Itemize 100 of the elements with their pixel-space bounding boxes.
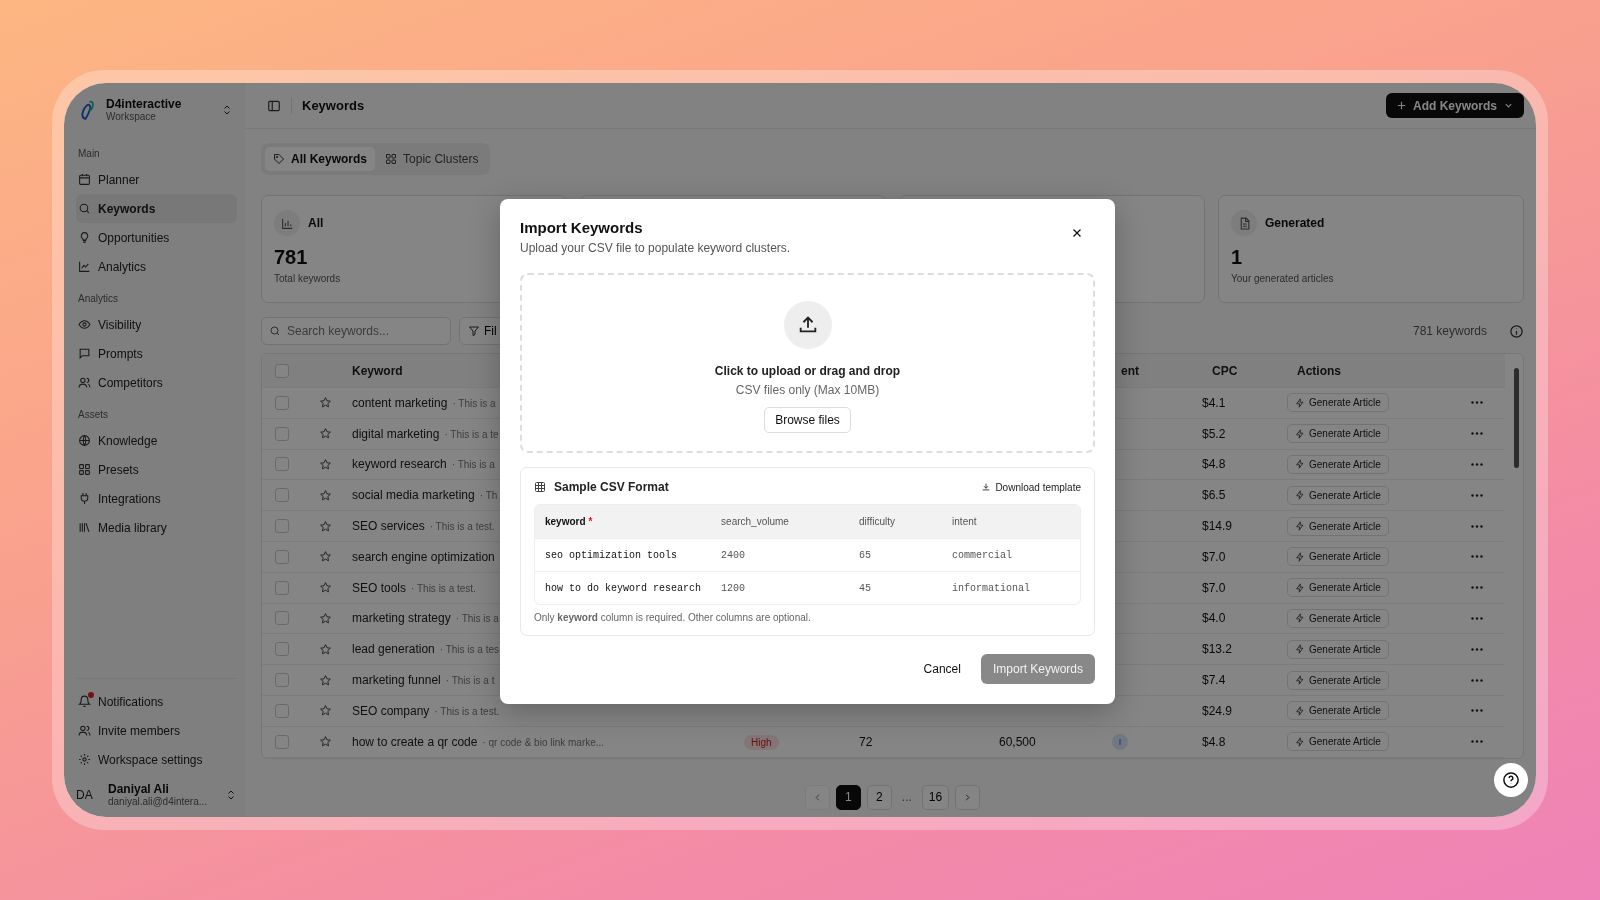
user-email: daniyal.ali@d4intera... [108,796,208,807]
checkbox[interactable] [275,580,289,595]
more-icon[interactable] [1471,647,1483,651]
checkbox[interactable] [275,611,289,626]
nav-item[interactable]: Integrations [76,484,237,513]
star-icon[interactable] [318,488,332,502]
more-icon[interactable] [1471,555,1483,559]
bar-chart-icon [274,210,300,236]
more-icon[interactable] [1471,401,1483,405]
star-icon[interactable] [318,673,332,687]
nav-item[interactable]: Media library [76,513,237,542]
more-icon[interactable] [1471,586,1483,590]
nav-item[interactable]: Prompts [76,339,237,368]
cpc-value: $4.8 [1202,457,1226,472]
scrollbar[interactable] [1514,368,1519,468]
generate-article-button[interactable]: Generate Article [1287,701,1389,721]
checkbox[interactable] [275,488,289,503]
generate-article-button[interactable]: Generate Article [1287,578,1389,598]
add-keywords-button[interactable]: Add Keywords [1386,93,1524,118]
checkbox[interactable] [275,395,289,410]
cancel-button[interactable]: Cancel [915,656,969,682]
generate-article-button[interactable]: Generate Article [1287,639,1389,659]
nav-item[interactable]: Opportunities [76,223,237,252]
star-icon[interactable] [318,458,332,471]
checkbox[interactable] [275,519,289,534]
keyword-text[interactable]: marketing funnel [352,673,441,688]
more-icon[interactable] [1471,740,1483,744]
more-icon[interactable] [1471,432,1483,436]
nav-item[interactable]: Keywords [76,194,237,223]
checkbox[interactable] [275,363,289,378]
checkbox[interactable] [275,642,289,657]
more-icon[interactable] [1471,463,1483,466]
generate-article-button[interactable]: Generate Article [1287,516,1389,536]
star-icon[interactable] [318,735,332,749]
more-icon[interactable] [1471,709,1483,713]
nav-item[interactable]: Notifications [76,687,237,716]
generate-article-button[interactable]: Generate Article [1287,393,1389,413]
search-field[interactable]: Search keywords... [261,317,451,345]
tab[interactable]: All Keywords [265,147,376,171]
more-icon[interactable] [1471,678,1483,682]
info-icon[interactable] [1509,323,1524,339]
cpc-value: $5.2 [1202,426,1226,441]
checkbox[interactable] [275,703,289,718]
generate-article-button[interactable]: Generate Article [1287,547,1389,567]
star-icon[interactable] [318,519,332,533]
tab[interactable]: Topic Clusters [377,147,487,171]
generate-article-button[interactable]: Generate Article [1287,608,1389,628]
sidebar-toggle-icon[interactable] [267,98,281,113]
chevrons-icon[interactable] [221,103,233,116]
chevrons-icon[interactable] [225,788,237,801]
nav-item[interactable]: Invite members [76,716,237,745]
keyword-text[interactable]: social media marketing [352,488,475,503]
page-button[interactable]: 16 [921,784,950,810]
nav-item[interactable]: Planner [76,165,237,194]
nav-item[interactable]: Workspace settings [76,745,237,774]
star-icon[interactable] [318,550,332,564]
keyword-text[interactable]: search engine optimization [352,549,495,564]
close-icon[interactable] [1071,227,1083,239]
star-icon[interactable] [318,611,332,625]
logo-icon [80,98,96,121]
keyword-text[interactable]: content marketing [352,395,448,410]
generate-article-button[interactable]: Generate Article [1287,455,1389,474]
star-icon[interactable] [318,642,332,656]
keyword-text[interactable]: lead generation [352,642,435,657]
upload-dropzone[interactable]: Click to upload or drag and drop CSV files only (Max 10MB) Browse files [520,273,1095,453]
keyword-text[interactable]: digital marketing [352,426,440,441]
checkbox[interactable] [275,734,289,749]
nav-item[interactable]: Competitors [76,368,237,397]
generate-article-button[interactable]: Generate Article [1287,732,1389,752]
star-icon[interactable] [318,704,332,718]
generate-article-button[interactable]: Generate Article [1287,670,1389,690]
generate-article-button[interactable]: Generate Article [1287,424,1389,444]
help-button[interactable] [1494,763,1528,797]
keyword-text[interactable]: keyword research [352,457,447,472]
keyword-text[interactable]: how to create a qr code [352,734,478,749]
checkbox[interactable] [275,673,289,688]
checkbox[interactable] [275,457,289,472]
download-template-link[interactable]: Download template [981,481,1081,493]
table-cell: how to do keyword research [545,582,702,594]
more-icon[interactable] [1471,524,1483,528]
keyword-text[interactable]: SEO company [352,703,430,718]
more-icon[interactable] [1471,493,1483,497]
more-icon[interactable] [1471,616,1483,620]
page-button[interactable]: 1 [835,784,861,810]
keyword-text[interactable]: SEO tools [352,580,407,595]
nav-item[interactable]: Knowledge [76,426,237,455]
page-button[interactable]: 2 [866,784,892,810]
keyword-description: · This is a [451,459,495,471]
nav-item[interactable]: Analytics [76,252,237,281]
keyword-text[interactable]: marketing strategy [352,611,451,626]
star-icon[interactable] [318,581,332,595]
star-icon[interactable] [318,427,332,441]
star-icon[interactable] [318,396,332,410]
generate-article-button[interactable]: Generate Article [1287,485,1389,505]
checkbox[interactable] [275,426,289,441]
nav-item[interactable]: Presets [76,455,237,484]
keyword-text[interactable]: SEO services [352,519,425,534]
browse-files-button[interactable]: Browse files [764,407,851,433]
nav-item[interactable]: Visibility [76,310,237,339]
checkbox[interactable] [275,549,289,564]
